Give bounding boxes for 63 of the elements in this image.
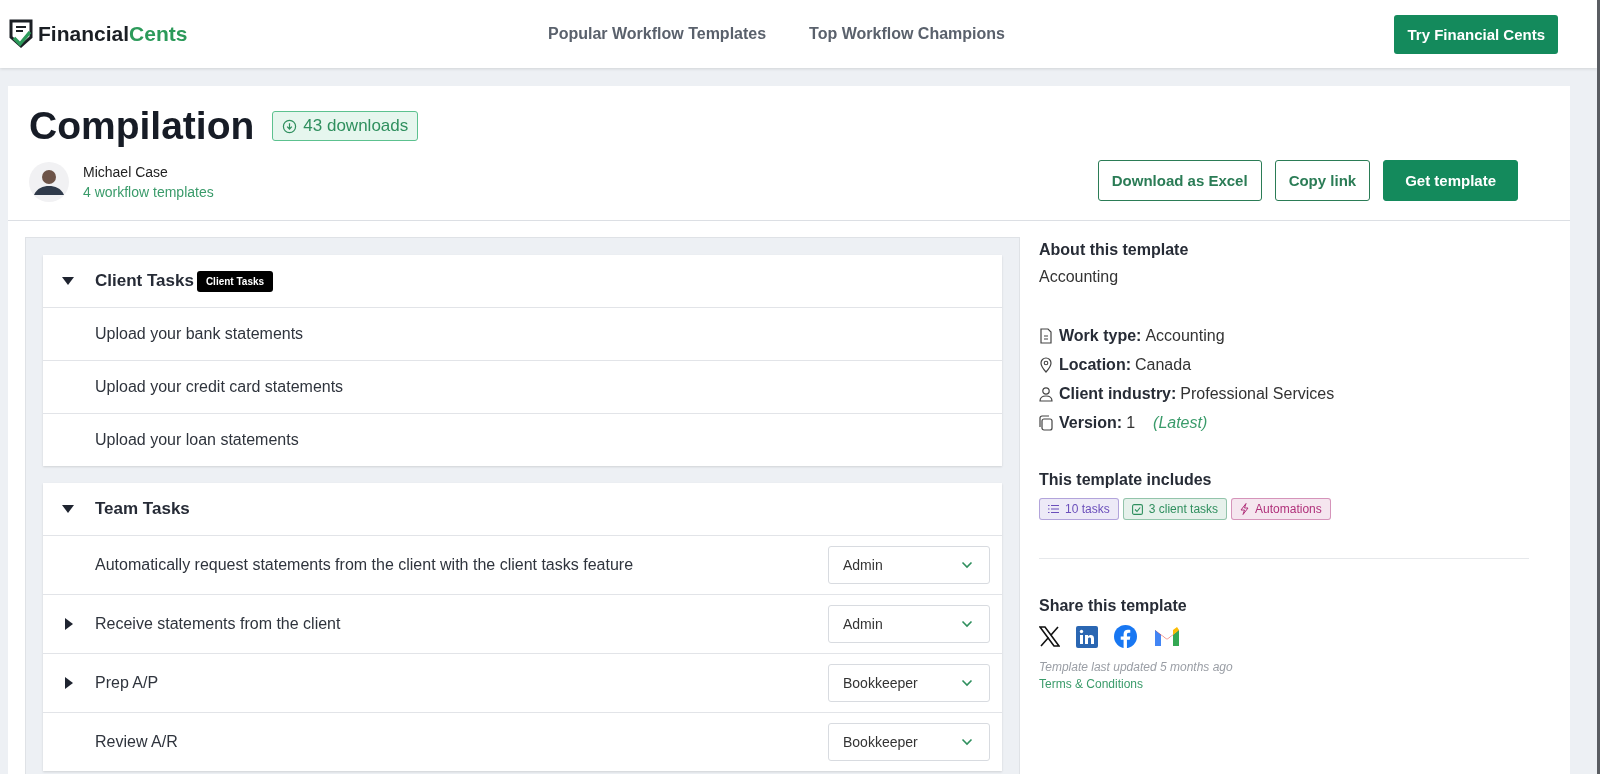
- task-label: Upload your credit card statements: [95, 378, 345, 396]
- task-label: Upload your bank statements: [95, 325, 305, 343]
- updated-text: Template last updated 5 months ago: [1039, 660, 1234, 674]
- chevron-icon: [961, 620, 973, 628]
- checkbox-icon: [1131, 503, 1143, 515]
- author-templates-link[interactable]: 4 workflow templates: [83, 184, 214, 200]
- tooltip: Client Tasks: [196, 270, 274, 292]
- about-heading: About this template: [1039, 241, 1190, 259]
- logo-icon: [8, 19, 34, 49]
- author-name: Michael Case: [83, 164, 169, 180]
- detail-label: Client industry:: [1059, 384, 1177, 403]
- includes-heading: This template includes: [1039, 471, 1213, 489]
- avatar-placeholder: [29, 162, 69, 202]
- detail-value: Canada: [1135, 355, 1192, 374]
- template-title: Compilation: [29, 104, 255, 148]
- detail-label: Location:: [1059, 355, 1131, 374]
- nav-link[interactable]: Top Workflow Champions: [809, 25, 1005, 43]
- caret-icon[interactable]: [63, 617, 75, 631]
- copy-icon: [1039, 414, 1053, 431]
- try-button[interactable]: Try Financial Cents: [1394, 14, 1558, 54]
- location-pin-icon: [1039, 356, 1053, 373]
- caret-icon[interactable]: [63, 676, 75, 690]
- lightning-icon: [1240, 503, 1250, 515]
- detail-value: Professional Services: [1180, 384, 1335, 403]
- task-label: Prep A/P: [95, 674, 160, 692]
- role-dropdown[interactable]: Admin: [828, 546, 990, 584]
- task-label: Receive statements from the client: [95, 615, 342, 633]
- detail-label: Work type:: [1059, 326, 1142, 345]
- group-title: Client Tasks: [95, 271, 194, 291]
- version-note: (Latest): [1153, 413, 1208, 432]
- share-heading: Share this template: [1039, 597, 1188, 615]
- document-icon: [1039, 327, 1053, 344]
- detail-value: Accounting: [1145, 326, 1225, 345]
- tag: 10 tasks: [1039, 498, 1119, 520]
- person-icon: [1039, 385, 1053, 402]
- role-dropdown[interactable]: Bookkeeper: [828, 664, 990, 702]
- detail-label: Version:: [1059, 413, 1123, 432]
- nav-link[interactable]: Popular Workflow Templates: [548, 25, 767, 43]
- tag: Automations: [1231, 498, 1331, 520]
- downloads-badge: 43 downloads: [272, 111, 419, 141]
- facebook-icon[interactable]: [1114, 625, 1137, 648]
- action-button[interactable]: Download as Excel: [1097, 160, 1262, 201]
- linkedin-icon[interactable]: [1076, 625, 1098, 648]
- mail-icon[interactable]: [1153, 626, 1181, 647]
- category-text: Accounting: [1039, 268, 1120, 286]
- task-label: Upload your loan statements: [95, 431, 300, 449]
- download-icon: [282, 118, 298, 134]
- terms-link[interactable]: Terms & Conditions: [1039, 677, 1144, 691]
- chevron-icon: [961, 561, 973, 569]
- detail-value: 1: [1126, 413, 1136, 432]
- task-label: Review A/R: [95, 733, 179, 751]
- group-title: Team Tasks: [95, 499, 190, 519]
- action-button[interactable]: Copy link: [1274, 160, 1371, 201]
- x-logo-icon[interactable]: [1039, 626, 1060, 647]
- task-label: Automatically request statements from the client with the client tasks feature: [95, 556, 635, 574]
- chevron-icon: [961, 738, 973, 746]
- tag: 3 client tasks: [1122, 498, 1228, 520]
- role-dropdown[interactable]: Admin: [828, 605, 990, 643]
- get-template-button[interactable]: Get template: [1383, 160, 1518, 201]
- chevron-icon: [961, 679, 973, 687]
- list-icon: [1048, 504, 1059, 514]
- role-dropdown[interactable]: Bookkeeper: [828, 723, 990, 761]
- logo-text: FinancialCents: [38, 22, 188, 46]
